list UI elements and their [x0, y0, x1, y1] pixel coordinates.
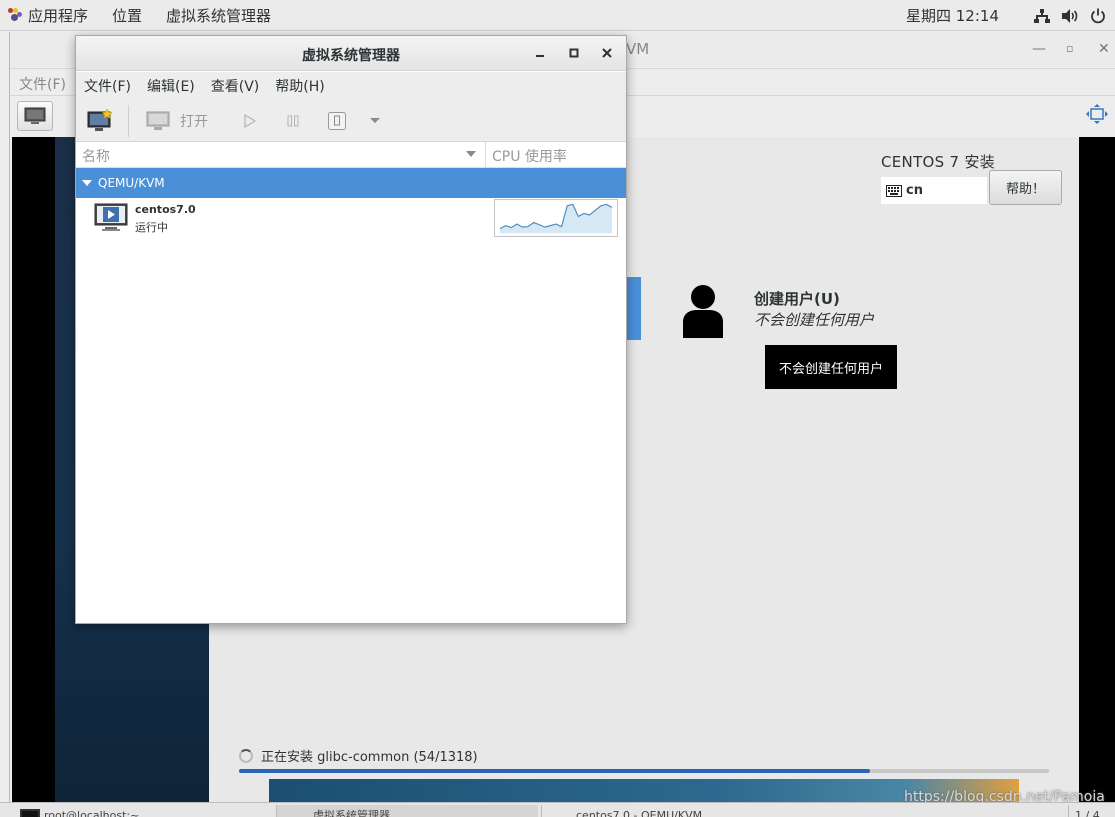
taskbar-item-terminal-label: root@localhost:~ [44, 808, 140, 817]
keyboard-icon [886, 184, 902, 197]
taskbar-item-terminal[interactable]: root@localhost:~ [14, 805, 139, 817]
gnome-foot-icon [8, 8, 22, 22]
user-icon[interactable] [681, 284, 725, 338]
volume-icon[interactable] [1061, 7, 1079, 25]
new-vm-icon [87, 108, 113, 131]
active-app-menu[interactable]: 虚拟系统管理器 [166, 5, 271, 26]
vm-list-row[interactable]: centos7.0 运行中 [76, 198, 626, 238]
close-icon[interactable]: ✕ [1098, 41, 1110, 57]
create-user-tooltip: 不会创建任何用户 [765, 345, 897, 389]
column-divider[interactable] [485, 142, 486, 168]
spinner-icon [239, 748, 253, 763]
toolbar-separator [128, 105, 129, 137]
taskbar-item-vm-viewer-label: centos7.0 - QEMU/KVM [576, 808, 703, 817]
run-button[interactable] [242, 106, 258, 136]
terminal-icon [20, 809, 40, 817]
workspace-pager[interactable]: 1 / 4 [1068, 805, 1100, 817]
vm-name: centos7.0 [135, 203, 196, 216]
applications-menu[interactable]: 应用程序 [8, 5, 88, 26]
column-header-name[interactable]: 名称 [82, 146, 110, 166]
cpu-usage-area [500, 204, 612, 234]
open-button[interactable]: 打开 [146, 106, 208, 136]
install-progress-text: 正在安装 glibc-common (54/1318) [261, 750, 478, 765]
taskbar-item-virt-manager-label: 虚拟系统管理器 [313, 809, 390, 817]
cpu-usage-graph [494, 199, 618, 237]
minimize-icon[interactable] [532, 45, 548, 61]
vm-status: 运行中 [135, 221, 168, 234]
vm-viewer-file-menu[interactable]: 文件(F) [19, 74, 66, 94]
menu-help[interactable]: 帮助(H) [275, 76, 324, 96]
menu-file[interactable]: 文件(F) [84, 76, 131, 96]
virt-manager-toolbar: 打开 [76, 100, 626, 142]
expander-icon[interactable] [82, 180, 92, 186]
open-button-label: 打开 [180, 114, 208, 130]
places-menu[interactable]: 位置 [112, 5, 142, 26]
install-progress-fill [239, 769, 870, 773]
virt-manager-titlebar[interactable]: 虚拟系统管理器 [76, 36, 626, 71]
sort-arrow-icon[interactable] [466, 151, 476, 157]
pause-icon [287, 115, 299, 127]
network-icon[interactable] [1033, 7, 1051, 25]
monitor-icon [146, 111, 170, 130]
keyboard-layout-label: cn [906, 183, 923, 198]
shutdown-button[interactable] [327, 106, 347, 136]
monitor-icon [24, 107, 46, 124]
play-icon [244, 113, 257, 129]
chevron-down-icon [370, 118, 380, 123]
vm-viewer-title: VM [626, 40, 650, 58]
column-header-cpu[interactable]: CPU 使用率 [492, 146, 567, 166]
power-icon[interactable] [1089, 7, 1107, 25]
minimize-icon[interactable]: — [1032, 41, 1046, 57]
connection-group-row[interactable]: QEMU/KVM [76, 168, 626, 198]
running-vm-icon [94, 203, 128, 237]
top-panel: 应用程序 位置 虚拟系统管理器 星期四 12:14 [0, 0, 1115, 31]
shutdown-icon [328, 112, 346, 130]
close-icon[interactable] [599, 45, 615, 61]
menu-view[interactable]: 查看(V) [211, 76, 260, 96]
shutdown-dropdown[interactable] [369, 106, 381, 136]
maximize-icon[interactable] [566, 45, 582, 61]
maximize-icon[interactable]: ▫ [1066, 42, 1073, 55]
vm-list-header: 名称 CPU 使用率 [76, 142, 626, 168]
new-vm-button[interactable] [86, 106, 114, 136]
create-user-spoke-title[interactable]: 创建用户(U) [754, 288, 840, 309]
show-console-button[interactable] [17, 101, 53, 131]
taskbar-item-virt-manager[interactable]: 虚拟系统管理器 [276, 805, 538, 817]
virt-manager-menubar: 文件(F) 编辑(E) 查看(V) 帮助(H) [76, 72, 626, 100]
virt-manager-window: 虚拟系统管理器 文件(F) 编辑(E) 查看(V) 帮助(H) 打开 名称 CP… [75, 35, 627, 624]
install-progress-status: 正在安装 glibc-common (54/1318) [239, 746, 478, 765]
fullscreen-icon[interactable] [1086, 104, 1108, 128]
install-progress-bar [239, 769, 1049, 773]
taskbar-item-vm-viewer[interactable]: centos7.0 - QEMU/KVM [541, 805, 702, 817]
help-button[interactable]: 帮助！ [989, 170, 1062, 205]
create-user-spoke-status: 不会创建任何用户 [754, 311, 875, 329]
keyboard-layout-indicator[interactable]: cn [881, 177, 987, 204]
pause-button[interactable] [285, 106, 301, 136]
installer-title: CENTOS 7 安装 [881, 153, 996, 171]
applications-menu-label: 应用程序 [28, 6, 89, 25]
menu-edit[interactable]: 编辑(E) [147, 76, 195, 96]
clock[interactable]: 星期四 12:14 [906, 5, 999, 26]
connection-name: QEMU/KVM [98, 176, 165, 190]
bottom-taskbar: root@localhost:~ 虚拟系统管理器 centos7.0 - QEM… [0, 802, 1115, 817]
